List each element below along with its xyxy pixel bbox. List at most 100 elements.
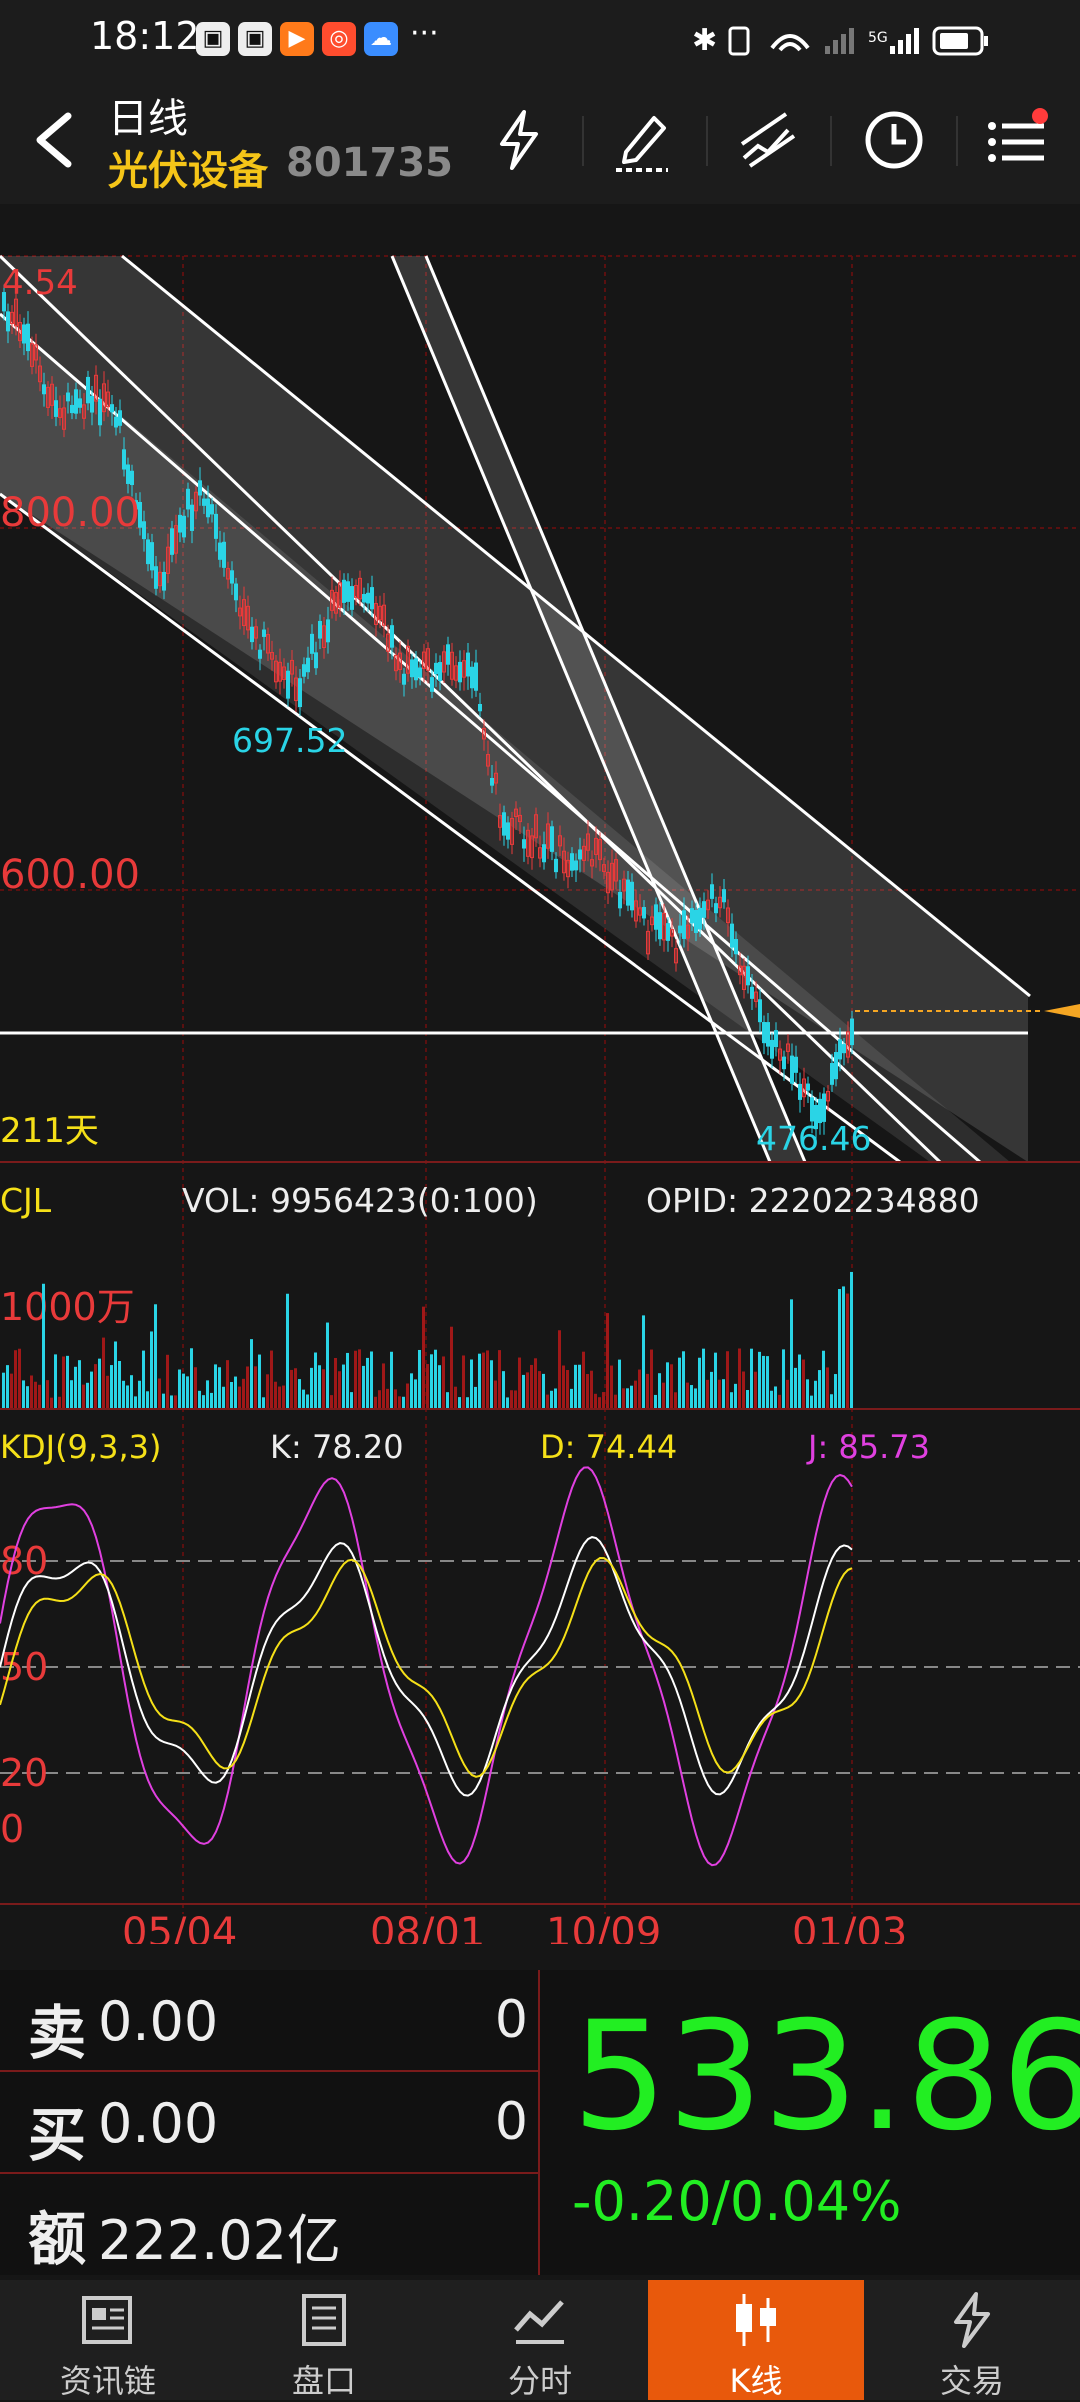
- volume-bar: [218, 1367, 221, 1408]
- volume-bar: [2, 1372, 5, 1408]
- candle-body: [626, 879, 630, 906]
- svg-text:5G: 5G: [868, 30, 888, 46]
- candle-body: [190, 504, 194, 531]
- candle-body: [210, 504, 214, 515]
- volume-bar: [426, 1364, 429, 1408]
- volume-bar: [306, 1394, 309, 1408]
- volume-bar: [242, 1378, 245, 1408]
- candle-body: [206, 498, 210, 518]
- volume-bar: [462, 1355, 465, 1408]
- volume-bar: [146, 1391, 149, 1408]
- volume-bar: [418, 1349, 421, 1408]
- days-label: 211天: [0, 1111, 99, 1151]
- candle-body: [182, 515, 186, 538]
- candle-body: [434, 662, 438, 675]
- nav-kline[interactable]: K线: [648, 2280, 864, 2400]
- volume-bar: [350, 1392, 353, 1408]
- volume-bar: [814, 1380, 817, 1408]
- volume-bar: [654, 1394, 657, 1408]
- volume-bar: [630, 1385, 633, 1408]
- nav-order-book[interactable]: 盘口: [216, 2280, 432, 2400]
- volume-bar: [346, 1352, 349, 1408]
- volume-bar: [82, 1384, 85, 1408]
- date-label: 08/01: [370, 1910, 485, 1944]
- volume-bar: [74, 1366, 77, 1408]
- volume-bar: [658, 1373, 661, 1408]
- volume-indicator-name[interactable]: CJL: [0, 1181, 52, 1220]
- nav-news-chain[interactable]: 资讯链: [0, 2280, 216, 2400]
- volume-bar: [374, 1396, 377, 1408]
- candle-body: [54, 400, 58, 417]
- candle-body: [822, 1093, 826, 1122]
- kdj-indicator-name[interactable]: KDJ(9,3,3): [0, 1428, 161, 1466]
- volume-bar: [838, 1289, 841, 1408]
- menu-icon[interactable]: [982, 104, 1054, 176]
- back-icon[interactable]: [24, 108, 88, 172]
- sell-row[interactable]: 卖 0.00 0: [0, 1970, 538, 2072]
- volume-bar: [402, 1396, 405, 1408]
- volume-bar: [554, 1388, 557, 1408]
- lightning-icon[interactable]: [484, 104, 556, 176]
- clock-icon[interactable]: [858, 104, 930, 176]
- nav-trade[interactable]: 交易: [864, 2280, 1080, 2400]
- volume-bar: [650, 1349, 653, 1408]
- kdj-level-label: 0: [0, 1807, 24, 1851]
- status-time: 18:12: [90, 14, 200, 58]
- volume-bar: [610, 1365, 613, 1408]
- volume-bar: [686, 1382, 689, 1408]
- volume-bar: [270, 1350, 273, 1408]
- volume-bar: [22, 1380, 25, 1408]
- volume-bar: [562, 1365, 565, 1408]
- line-chart-icon: [514, 2300, 564, 2344]
- candle-body: [630, 881, 634, 911]
- volume-bar: [702, 1348, 705, 1408]
- amount-row: 额 222.02亿: [0, 2174, 538, 2274]
- buy-row[interactable]: 买 0.00 0: [0, 2072, 538, 2174]
- pencil-icon[interactable]: [606, 104, 678, 176]
- volume-bar: [134, 1396, 137, 1408]
- candle-body: [66, 392, 70, 402]
- nav-label: 分时: [507, 2362, 572, 2400]
- volume-bar: [26, 1386, 29, 1408]
- volume-bar: [746, 1390, 749, 1408]
- volume-bar: [550, 1390, 553, 1408]
- volume-bar: [226, 1360, 229, 1408]
- volume-bar: [246, 1366, 249, 1408]
- volume-bar: [410, 1373, 413, 1408]
- volume-bar: [534, 1358, 537, 1408]
- candle-body: [502, 812, 506, 836]
- kline-chart[interactable]: 4.54 800.00 600.00 697.52 476.46 211天 CJ…: [0, 254, 1080, 1944]
- candle-body: [658, 912, 662, 940]
- volume-bar: [774, 1386, 777, 1408]
- volume-bar: [642, 1315, 645, 1408]
- candle-body: [90, 395, 94, 413]
- volume-bar: [382, 1363, 385, 1408]
- volume-bar: [542, 1373, 545, 1408]
- volume-bar: [474, 1386, 477, 1408]
- notification-icon: ▣: [196, 22, 230, 56]
- app-icon: ◎: [322, 22, 356, 56]
- candle-body: [218, 542, 222, 560]
- nav-label: 资讯链: [59, 2362, 156, 2400]
- volume-bar: [738, 1348, 741, 1408]
- volume-bar: [98, 1358, 101, 1408]
- volume-bar: [18, 1348, 21, 1408]
- volume-bar: [414, 1379, 417, 1408]
- status-bar: 18:12 ▣ ▣ ▶ ◎ ☁ ··· ✱ 5G: [0, 0, 1080, 78]
- volume-bar: [422, 1306, 425, 1408]
- volume-bar: [90, 1371, 93, 1408]
- volume-bar: [370, 1351, 373, 1408]
- volume-bar: [14, 1350, 17, 1408]
- period-title[interactable]: 日线: [108, 86, 188, 144]
- candle-body: [22, 324, 26, 344]
- nav-intraday[interactable]: 分时: [432, 2280, 648, 2400]
- notification-icon: ▣: [238, 22, 272, 56]
- volume-bar: [222, 1386, 225, 1408]
- candle-body: [390, 625, 394, 648]
- candle-body: [694, 909, 698, 933]
- volume-value: VOL: 9956423(0:100): [182, 1181, 538, 1220]
- chart-header: 日线 光伏设备 801735: [0, 78, 1080, 204]
- volume-bar: [30, 1375, 33, 1408]
- candle-body: [790, 1055, 794, 1084]
- trendline-icon[interactable]: [732, 104, 804, 176]
